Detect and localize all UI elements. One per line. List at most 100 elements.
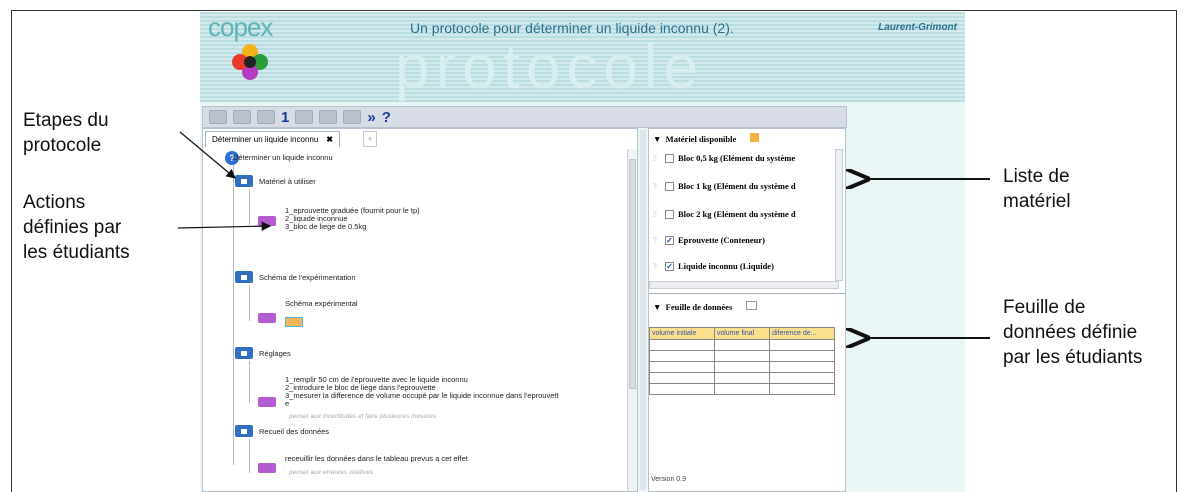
materiel-item[interactable]: ? Bloc 1 kg (Elément du système d [653, 181, 796, 191]
page-number-button[interactable]: 1 [281, 109, 289, 126]
save-toolbar-icon[interactable] [257, 110, 275, 124]
table-cell[interactable] [713, 339, 771, 351]
materiel-item-label: Bloc 1 kg (Elément du système d [678, 181, 796, 191]
version-label: Version 0.9 [651, 476, 687, 483]
table-cell[interactable] [649, 339, 715, 351]
help-button[interactable]: ? [382, 109, 391, 126]
table-cell[interactable] [713, 350, 771, 362]
redo-icon[interactable] [343, 110, 362, 124]
table-row[interactable] [649, 350, 835, 362]
checkbox-checked[interactable]: ✓ [665, 261, 674, 271]
folder-icon [235, 425, 253, 437]
action-icon [258, 463, 276, 473]
data-table[interactable]: volume initiale volume final diference d… [649, 327, 835, 395]
tree-step-reglages[interactable]: Réglages [259, 349, 291, 358]
folder-toolbar-icon[interactable] [233, 110, 251, 124]
question-icon: ? [653, 235, 657, 245]
folder-icon [235, 271, 253, 283]
tree-line [249, 439, 250, 473]
action-line[interactable]: 3_bloc de liege de 0.5kg [285, 222, 366, 231]
action-icon [258, 397, 276, 407]
callout-line: protocole [23, 135, 102, 156]
callout-line: matériel [1003, 191, 1071, 212]
table-cell[interactable] [713, 361, 771, 373]
help-toolbar-icon[interactable] [209, 110, 227, 124]
copex-logo-icon [232, 44, 268, 80]
close-icon[interactable]: ✖ [326, 135, 333, 144]
table-cell[interactable] [649, 361, 715, 373]
copex-app-window: copex protocole Un protocole pour déterm… [200, 12, 965, 492]
tree-line [233, 165, 234, 465]
folder-icon [235, 347, 253, 359]
tab-label: Déterminer un liquide inconnu [212, 135, 319, 144]
checkbox[interactable] [665, 181, 674, 191]
undo-icon[interactable] [319, 110, 338, 124]
column-header[interactable]: volume initiale [649, 327, 715, 340]
table-cell[interactable] [649, 350, 715, 362]
callout-feuille: Feuille de données définie par les étudi… [1003, 295, 1142, 370]
tab-protocol[interactable]: Déterminer un liquide inconnu ✖ [205, 131, 340, 147]
add-tab-button[interactable]: + [363, 131, 377, 147]
table-header-row: volume initiale volume final diference d… [649, 327, 835, 340]
table-cell[interactable] [769, 383, 835, 395]
tree-step-schema[interactable]: Schéma de l'expérimentation [259, 273, 356, 282]
data-sheet-header[interactable]: ▼ Feuille de données [653, 301, 758, 312]
materiel-item[interactable]: ? ✓ Eprouvette (Conteneur) [653, 235, 765, 245]
checkbox[interactable] [665, 209, 674, 219]
app-title: Un protocole pour déterminer un liquide … [410, 20, 734, 36]
callout-line: par les étudiants [1003, 347, 1143, 368]
tree-step-materiel[interactable]: Matériel à utiliser [259, 177, 316, 186]
table-cell[interactable] [649, 372, 715, 384]
action-line[interactable]: e [285, 399, 289, 408]
question-icon: ? [653, 181, 657, 191]
copy-toolbar-icon[interactable] [295, 110, 314, 124]
table-cell[interactable] [769, 372, 835, 384]
materiel-item[interactable]: ? ✓ Liquide inconnu (Liquide) [653, 261, 774, 271]
table-icon[interactable] [746, 301, 758, 310]
action-line[interactable]: receuillir les données dans le tableau p… [285, 454, 468, 463]
materiel-item[interactable]: ? Bloc 2 kg (Elément du système d [653, 209, 796, 219]
table-row[interactable] [649, 339, 835, 351]
tree-line [249, 285, 250, 321]
checkbox[interactable] [665, 153, 674, 163]
forward-button[interactable]: » [367, 109, 375, 126]
table-row[interactable] [649, 383, 835, 395]
author-name: Laurent-Grimont [878, 22, 957, 33]
materiel-item-label: Liquide inconnu (Liquide) [678, 261, 774, 271]
materiel-scrollbar[interactable] [835, 149, 843, 281]
callout-line: Etapes du [23, 110, 109, 131]
scrollbar-thumb[interactable] [629, 159, 636, 389]
hint-text: penser aux incertitudes et faire plusieu… [289, 413, 437, 420]
table-cell[interactable] [713, 383, 771, 395]
callout-etapes: Etapes du protocole [23, 108, 109, 158]
table-cell[interactable] [713, 372, 771, 384]
action-line[interactable]: 3_mesurer la difference de volume occupé… [285, 391, 559, 400]
splitter[interactable] [640, 130, 646, 490]
column-header[interactable]: diference de... [769, 327, 835, 340]
tree-step-recueil[interactable]: Recueil des données [259, 427, 329, 436]
materiel-item[interactable]: ? Bloc 0,5 kg (Elément du système [653, 153, 795, 163]
horizontal-scrollbar[interactable] [649, 281, 839, 289]
vertical-scrollbar[interactable] [627, 149, 637, 491]
checkbox-checked[interactable]: ✓ [665, 235, 674, 245]
table-row[interactable] [649, 361, 835, 373]
materiel-header[interactable]: ▼ Matériel disponible [653, 133, 760, 144]
image-attachment-icon[interactable] [285, 317, 303, 327]
column-header[interactable]: volume final [713, 327, 771, 340]
table-cell[interactable] [769, 350, 835, 362]
table-cell[interactable] [649, 383, 715, 395]
table-cell[interactable] [769, 339, 835, 351]
banner-word: protocole [395, 33, 705, 102]
tree-line [249, 361, 250, 403]
question-icon: ? [653, 209, 657, 219]
table-cell[interactable] [769, 361, 835, 373]
side-panel: ▼ Matériel disponible ? Bloc 0,5 kg (Elém… [648, 128, 846, 492]
table-row[interactable] [649, 372, 835, 384]
schema-label[interactable]: Schéma expérimental [285, 299, 358, 308]
callout-actions: Actions définies par les étudiants [23, 190, 130, 265]
app-banner: copex protocole Un protocole pour déterm… [200, 12, 965, 102]
collapse-triangle-icon: ▼ [653, 134, 662, 144]
materiel-item-label: Bloc 0,5 kg (Elément du système [678, 153, 796, 163]
tree-root[interactable]: Déterminer un liquide inconnu [233, 153, 333, 162]
note-icon[interactable] [750, 133, 760, 142]
